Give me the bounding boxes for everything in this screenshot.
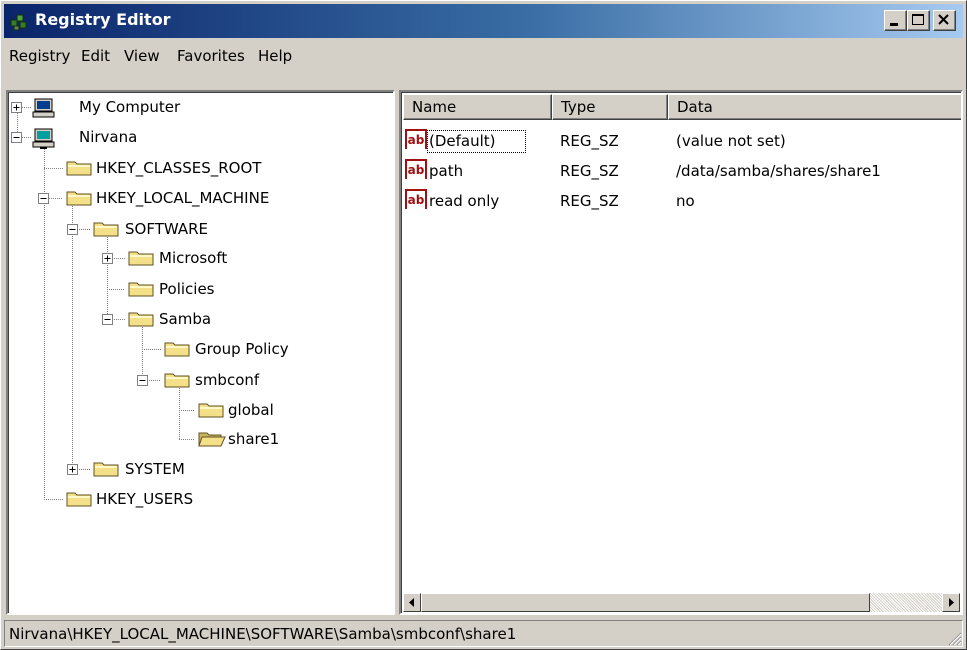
open-folder-icon bbox=[198, 432, 226, 447]
column-header-label: Name bbox=[412, 98, 457, 116]
folder-icon bbox=[128, 251, 154, 266]
tree-node-label: Samba bbox=[159, 310, 212, 328]
collapse-icon[interactable] bbox=[67, 224, 78, 235]
minimize-button[interactable] bbox=[884, 10, 907, 31]
folder-icon bbox=[164, 342, 190, 357]
column-header-name[interactable]: Name bbox=[403, 94, 552, 120]
tree-node-label: Microsoft bbox=[159, 249, 228, 267]
folder-icon bbox=[164, 373, 190, 388]
tree-node-label: HKEY_CLASSES_ROOT bbox=[96, 159, 262, 177]
expand-icon[interactable] bbox=[67, 464, 78, 475]
collapse-icon[interactable] bbox=[11, 132, 22, 143]
svg-text:ab: ab bbox=[408, 163, 425, 177]
folder-icon bbox=[66, 492, 92, 507]
folder-icon bbox=[93, 462, 119, 477]
key-tree-pane[interactable]: My Computer Nirvana HKEY_CLASSES_ROOT HKEY_… bbox=[6, 90, 395, 615]
network-computer-icon bbox=[32, 128, 55, 149]
tree-node-label: share1 bbox=[228, 430, 280, 448]
value-data: no bbox=[676, 192, 695, 210]
arrow-left-icon bbox=[409, 598, 414, 607]
close-button[interactable] bbox=[933, 10, 956, 31]
scroll-left-button[interactable] bbox=[403, 593, 421, 612]
value-data: /data/samba/shares/share1 bbox=[676, 162, 881, 180]
tree-node-label: My Computer bbox=[79, 98, 181, 116]
registry-editor-window: Registry Editor Registry Edit View Favor… bbox=[0, 0, 967, 650]
menu-edit[interactable]: Edit bbox=[81, 47, 110, 65]
status-path: Nirvana\HKEY_LOCAL_MACHINE\SOFTWARE\Samb… bbox=[9, 625, 517, 643]
resize-grip-icon[interactable] bbox=[946, 630, 962, 646]
arrow-right-icon bbox=[949, 598, 954, 607]
tree-node-label: Nirvana bbox=[79, 128, 138, 146]
title-bar[interactable]: Registry Editor bbox=[4, 4, 963, 38]
folder-icon bbox=[128, 282, 154, 297]
column-header-label: Data bbox=[677, 98, 713, 116]
computer-icon bbox=[32, 98, 55, 118]
close-icon bbox=[938, 14, 949, 25]
menu-help[interactable]: Help bbox=[258, 47, 292, 65]
folder-icon bbox=[66, 161, 92, 176]
maximize-button[interactable] bbox=[907, 10, 930, 31]
maximize-icon bbox=[912, 14, 924, 25]
collapse-icon[interactable] bbox=[38, 193, 49, 204]
value-name: path bbox=[429, 162, 464, 180]
svg-text:ab: ab bbox=[408, 193, 425, 207]
expand-icon[interactable] bbox=[11, 102, 22, 113]
value-type: REG_SZ bbox=[560, 132, 619, 150]
collapse-icon[interactable] bbox=[137, 375, 148, 386]
menu-view[interactable]: View bbox=[124, 47, 160, 65]
value-data: (value not set) bbox=[676, 132, 786, 150]
tree-node-label: HKEY_LOCAL_MACHINE bbox=[96, 189, 270, 207]
scroll-track[interactable] bbox=[870, 593, 942, 612]
value-type: REG_SZ bbox=[560, 192, 619, 210]
svg-text:ab: ab bbox=[408, 133, 425, 147]
folder-icon bbox=[198, 403, 224, 418]
column-header-label: Type bbox=[561, 98, 596, 116]
folder-icon bbox=[128, 312, 154, 327]
value-list-pane[interactable]: Name Type Data ab (Default) REG_SZ (value n… bbox=[399, 90, 963, 615]
tree-node-label: SYSTEM bbox=[125, 460, 185, 478]
column-header-type[interactable]: Type bbox=[552, 94, 668, 120]
tree-node-label: Group Policy bbox=[195, 340, 289, 358]
collapse-icon[interactable] bbox=[102, 314, 113, 325]
tree-node-label: SOFTWARE bbox=[125, 220, 209, 238]
value-name: read only bbox=[429, 192, 500, 210]
window-title: Registry Editor bbox=[35, 10, 171, 29]
value-type: REG_SZ bbox=[560, 162, 619, 180]
string-value-icon: ab bbox=[405, 189, 427, 209]
menu-favorites[interactable]: Favorites bbox=[177, 47, 245, 65]
focus-rectangle bbox=[427, 130, 526, 153]
tree-node-label: smbconf bbox=[195, 371, 260, 389]
column-header-data[interactable]: Data bbox=[668, 94, 961, 120]
regedit-icon bbox=[10, 14, 27, 31]
scroll-thumb[interactable] bbox=[421, 593, 870, 612]
string-value-icon: ab bbox=[405, 129, 427, 149]
tree-node-label: Policies bbox=[159, 280, 215, 298]
minimize-icon bbox=[890, 23, 898, 26]
expand-icon[interactable] bbox=[102, 253, 113, 264]
tree-node-label: HKEY_USERS bbox=[96, 490, 194, 508]
folder-icon bbox=[93, 222, 119, 237]
folder-icon bbox=[66, 191, 92, 206]
menu-bar: Registry Edit View Favorites Help bbox=[4, 41, 963, 68]
horizontal-scrollbar[interactable] bbox=[403, 593, 960, 612]
menu-registry[interactable]: Registry bbox=[9, 47, 70, 65]
status-bar: Nirvana\HKEY_LOCAL_MACHINE\SOFTWARE\Samb… bbox=[4, 620, 963, 647]
tree-node-label: global bbox=[228, 401, 274, 419]
string-value-icon: ab bbox=[405, 159, 427, 179]
scroll-right-button[interactable] bbox=[942, 593, 960, 612]
